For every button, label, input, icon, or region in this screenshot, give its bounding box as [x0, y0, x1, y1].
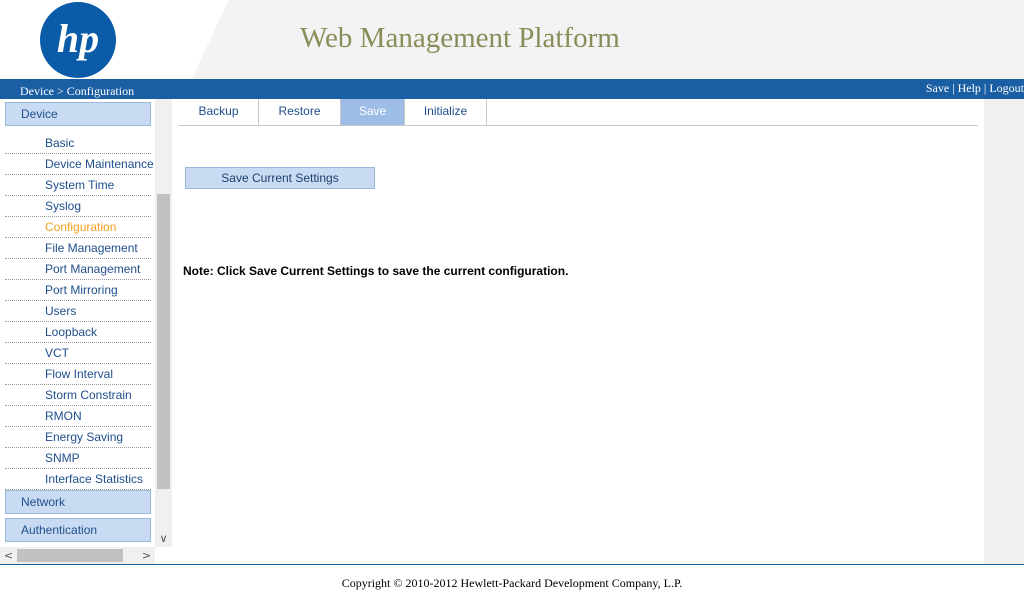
- hp-logo-icon: hp: [40, 2, 116, 78]
- sidebar-item-port-management[interactable]: Port Management: [5, 259, 151, 280]
- link-separator: |: [952, 81, 955, 95]
- sidebar-vertical-scrollbar[interactable]: ∨: [155, 99, 172, 547]
- sidebar-item-storm-constrain[interactable]: Storm Constrain: [5, 385, 151, 406]
- hp-logo-text: hp: [57, 16, 99, 61]
- horizontal-scroll-thumb[interactable]: [17, 549, 123, 562]
- sidebar-item-file-management[interactable]: File Management: [5, 238, 151, 259]
- sidebar-item-basic[interactable]: Basic: [5, 133, 151, 154]
- sidebar-section-network[interactable]: Network: [5, 490, 151, 514]
- save-link[interactable]: Save: [926, 81, 949, 95]
- sidebar-item-loopback[interactable]: Loopback: [5, 322, 151, 343]
- copyright: Copyright © 2010-2012 Hewlett-Packard De…: [341, 576, 683, 590]
- scroll-right-icon[interactable]: >: [138, 547, 155, 564]
- sidebar-horizontal-scrollbar[interactable]: < >: [0, 547, 155, 564]
- sidebar-section-device[interactable]: Device: [5, 102, 151, 126]
- sidebar-item-syslog[interactable]: Syslog: [5, 196, 151, 217]
- right-gutter: [984, 99, 1024, 564]
- footer-divider: [0, 564, 1024, 565]
- tab-save[interactable]: Save: [341, 99, 405, 125]
- sidebar-item-system-time[interactable]: System Time: [5, 175, 151, 196]
- sidebar-nav: Device Basic Device Maintenance System Tim…: [5, 102, 154, 542]
- sidebar-item-vct[interactable]: VCT: [5, 343, 151, 364]
- logout-link[interactable]: Logout: [989, 81, 1024, 95]
- sidebar-section-authentication[interactable]: Authentication: [5, 518, 151, 542]
- sidebar-item-port-mirroring[interactable]: Port Mirroring: [5, 280, 151, 301]
- sidebar-item-users[interactable]: Users: [5, 301, 151, 322]
- save-current-settings-button[interactable]: Save Current Settings: [185, 167, 375, 189]
- note-text: Note: Click Save Current Settings to sav…: [183, 264, 569, 278]
- topbar: Device > Configuration Save | Help | Logout: [0, 79, 1024, 99]
- sidebar-item-rmon[interactable]: RMON: [5, 406, 151, 427]
- main-content: Backup Restore Save Initialize Save Current…: [179, 99, 978, 564]
- sidebar-items: Basic Device Maintenance System Time Syslog…: [5, 126, 154, 490]
- vertical-scroll-thumb[interactable]: [157, 194, 170, 489]
- sidebar-item-snmp[interactable]: SNMP: [5, 448, 151, 469]
- tab-initialize[interactable]: Initialize: [405, 99, 487, 125]
- sidebar: Device Basic Device Maintenance System Tim…: [0, 99, 172, 564]
- tab-restore[interactable]: Restore: [259, 99, 341, 125]
- scroll-left-icon[interactable]: <: [0, 547, 17, 564]
- scroll-down-icon[interactable]: ∨: [155, 530, 172, 547]
- top-links: Save | Help | Logout: [926, 81, 1024, 96]
- sidebar-item-device-maintenance[interactable]: Device Maintenance: [5, 154, 154, 175]
- header: hp Web Management Platform: [0, 0, 1024, 79]
- sidebar-item-interface-statistics[interactable]: Interface Statistics: [5, 469, 151, 490]
- app-title: Web Management Platform: [300, 22, 620, 54]
- sidebar-item-energy-saving[interactable]: Energy Saving: [5, 427, 151, 448]
- sidebar-item-flow-interval[interactable]: Flow Interval: [5, 364, 151, 385]
- tab-backup[interactable]: Backup: [179, 99, 259, 125]
- help-link[interactable]: Help: [958, 81, 981, 95]
- breadcrumb: Device > Configuration: [20, 84, 135, 98]
- sidebar-item-configuration[interactable]: Configuration: [5, 217, 151, 238]
- tab-bar: Backup Restore Save Initialize: [179, 99, 978, 126]
